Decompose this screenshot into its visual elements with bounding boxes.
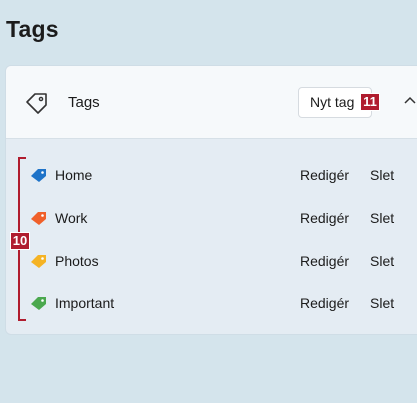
tag-row-work: Work Redigér Slet	[0, 204, 417, 232]
edit-tag-button[interactable]: Redigér	[300, 253, 349, 269]
tag-filled-icon	[31, 255, 46, 268]
tag-name: Photos	[55, 253, 99, 269]
delete-tag-button[interactable]: Slet	[370, 295, 394, 311]
tag-filled-icon	[31, 169, 46, 182]
delete-tag-button[interactable]: Slet	[370, 253, 394, 269]
tag-row-home: Home Redigér Slet	[0, 161, 417, 189]
tag-name: Important	[55, 295, 115, 311]
tag-name: Home	[55, 167, 93, 183]
chevron-up-icon[interactable]	[404, 96, 416, 104]
tag-row-photos: Photos Redigér Slet	[0, 247, 417, 275]
tag-filled-icon	[31, 297, 46, 310]
delete-tag-button[interactable]: Slet	[370, 210, 394, 226]
tag-name: Work	[55, 210, 88, 226]
section-label: Tags	[68, 94, 100, 111]
tag-row-important: Important Redigér Slet	[0, 289, 417, 317]
tags-section-header[interactable]: Tags Nyt tag	[6, 66, 417, 139]
tag-outline-icon	[26, 93, 47, 114]
edit-tag-button[interactable]: Redigér	[300, 210, 349, 226]
page-title: Tags	[6, 16, 59, 42]
edit-tag-button[interactable]: Redigér	[300, 295, 349, 311]
edit-tag-button[interactable]: Redigér	[300, 167, 349, 183]
tag-filled-icon	[31, 212, 46, 225]
annotation-badge-new-tag: 11	[360, 93, 380, 111]
delete-tag-button[interactable]: Slet	[370, 167, 394, 183]
